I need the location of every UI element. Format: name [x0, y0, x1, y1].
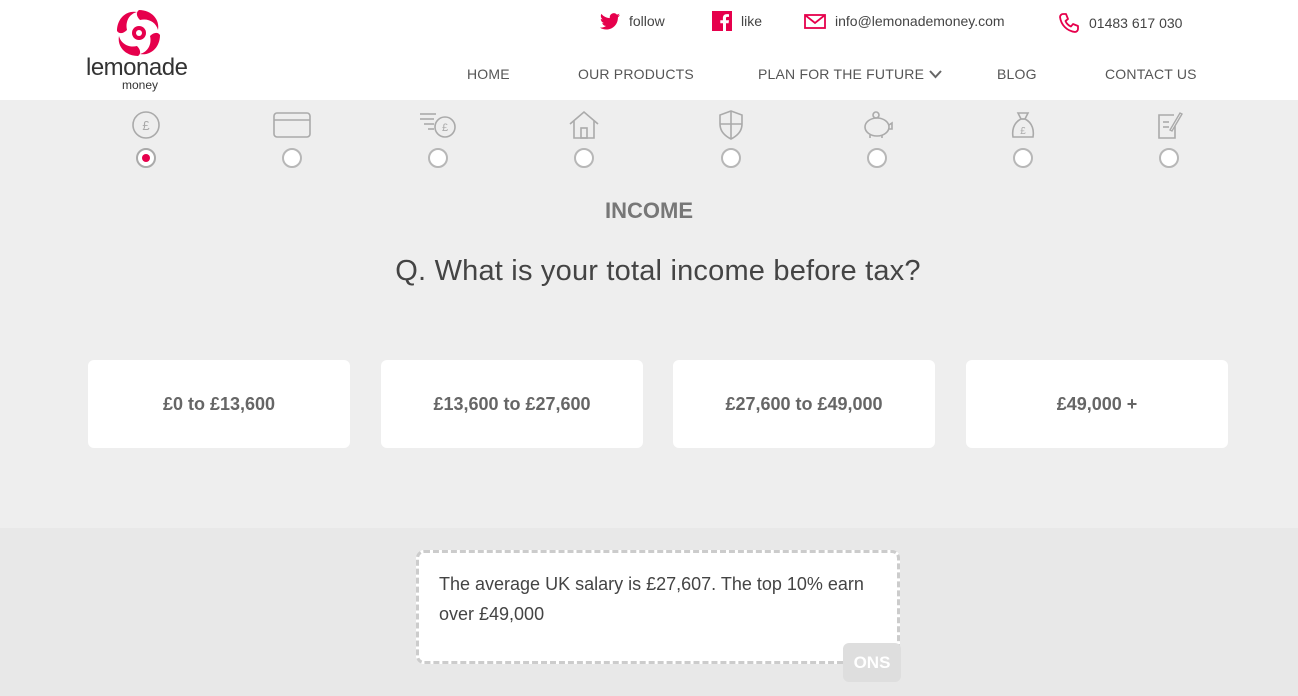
nav-blog[interactable]: BLOG: [997, 66, 1037, 82]
nav-home[interactable]: HOME: [467, 66, 510, 82]
facebook-like-link[interactable]: like: [712, 10, 762, 32]
step-radio-2[interactable]: [282, 148, 302, 168]
chevron-down-icon: [929, 69, 942, 78]
svg-text:£: £: [142, 118, 150, 133]
shield-icon: [711, 108, 751, 142]
phone-icon: [1059, 13, 1079, 33]
money-bag-icon: £: [1003, 108, 1043, 142]
nav-plan-for-the-future[interactable]: PLAN FOR THE FUTURE: [758, 66, 942, 82]
svg-text:£: £: [1020, 126, 1026, 137]
step-radio-7[interactable]: [1013, 148, 1033, 168]
email-link[interactable]: info@lemonademoney.com: [804, 10, 1005, 32]
income-option-3[interactable]: £27,600 to £49,000: [673, 360, 935, 448]
step-radio-4[interactable]: [574, 148, 594, 168]
twitter-icon: [600, 12, 620, 29]
house-icon: [564, 108, 604, 142]
piggy-bank-icon: [857, 108, 897, 142]
email-label: info@lemonademoney.com: [835, 13, 1005, 29]
question-text: Q. What is your total income before tax?: [395, 255, 921, 287]
twitter-follow-link[interactable]: follow: [600, 10, 665, 32]
like-label: like: [741, 13, 763, 29]
logo-subtitle: money: [122, 78, 159, 92]
section-title: INCOME: [605, 198, 693, 223]
logo[interactable]: lemonade money: [86, 8, 198, 92]
nav-plan-label: PLAN FOR THE FUTURE: [758, 66, 925, 82]
envelope-icon: [804, 13, 826, 29]
income-option-4[interactable]: £49,000 +: [966, 360, 1228, 448]
step-radio-3[interactable]: [428, 148, 448, 168]
phone-label: 01483 617 030: [1089, 15, 1183, 31]
credit-card-icon: [272, 108, 312, 142]
pound-coin-icon: £: [126, 108, 166, 142]
svg-text:£: £: [442, 122, 448, 134]
step-radio-8[interactable]: [1159, 148, 1179, 168]
facebook-icon: [712, 11, 732, 31]
info-text: The average UK salary is £27,607. The to…: [439, 574, 864, 624]
outgoings-icon: £: [418, 108, 458, 142]
income-option-2[interactable]: £13,600 to £27,600: [381, 360, 643, 448]
source-badge: ONS: [843, 643, 901, 682]
nav-contact-us[interactable]: CONTACT US: [1105, 66, 1197, 82]
info-box: The average UK salary is £27,607. The to…: [416, 550, 900, 664]
document-icon: [1149, 108, 1189, 142]
step-radio-income[interactable]: [136, 148, 156, 168]
step-radio-5[interactable]: [721, 148, 741, 168]
phone-link[interactable]: 01483 617 030: [1058, 12, 1182, 34]
follow-label: follow: [629, 13, 665, 29]
income-option-1[interactable]: £0 to £13,600: [88, 360, 350, 448]
site-header: lemonade money follow like info@lemonade…: [0, 0, 1298, 100]
nav-our-products[interactable]: OUR PRODUCTS: [578, 66, 694, 82]
lemonade-swirl-icon: [117, 10, 160, 56]
step-radio-6[interactable]: [867, 148, 887, 168]
